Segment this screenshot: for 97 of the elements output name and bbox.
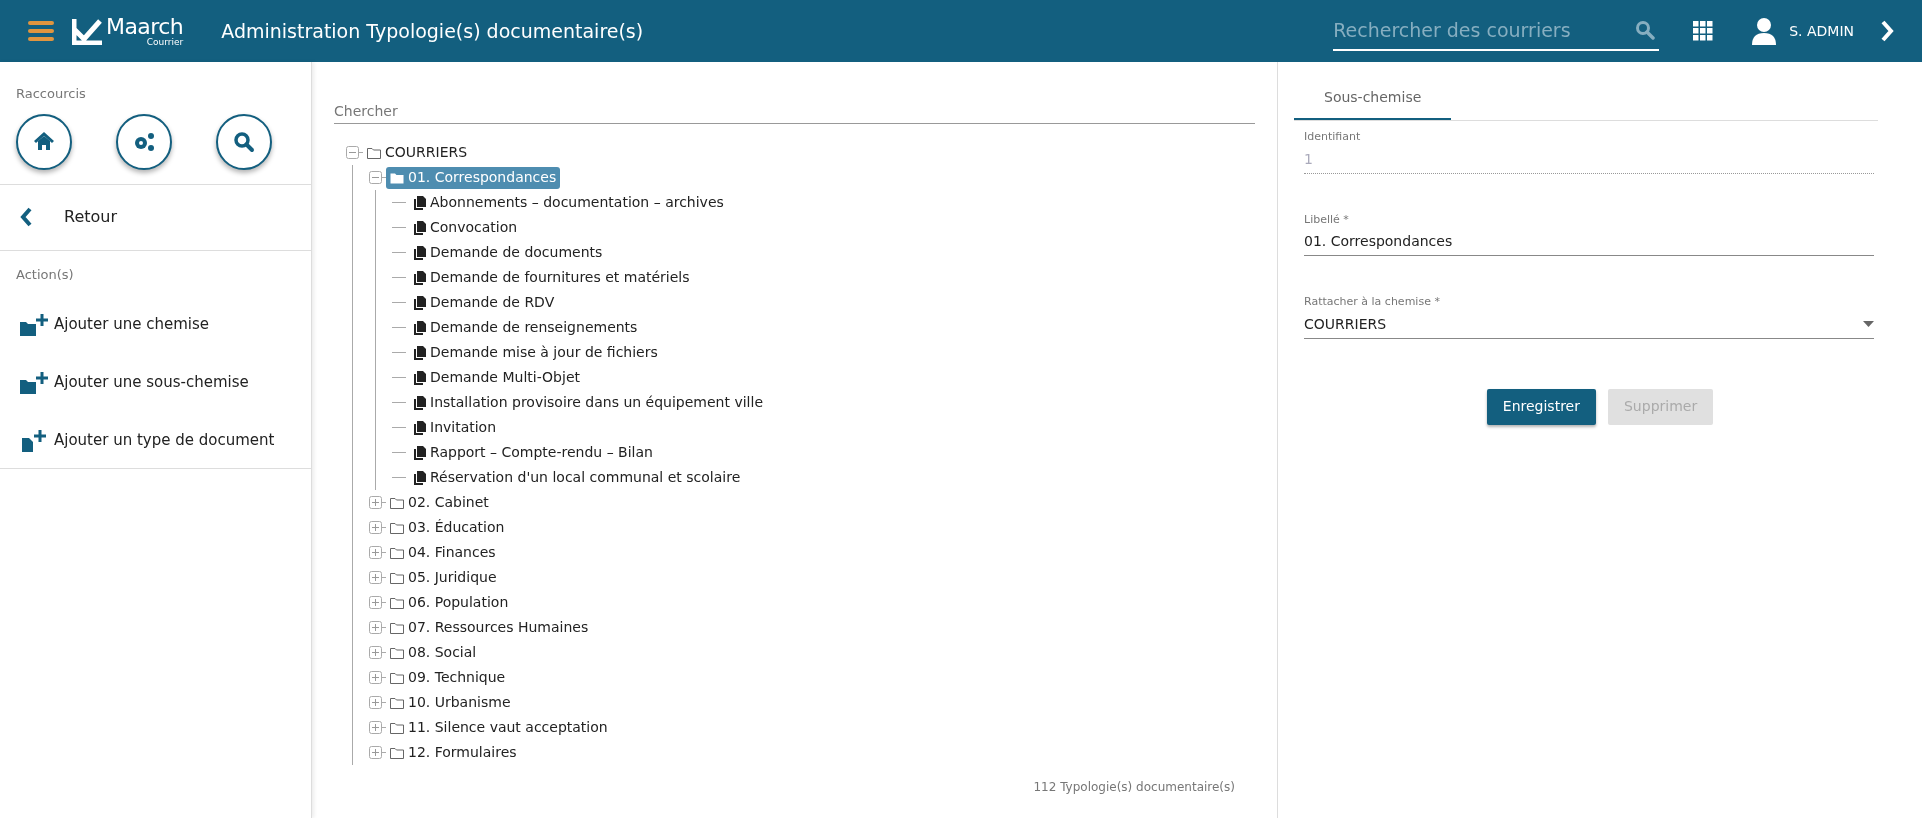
logo-text: Maarch	[106, 15, 184, 38]
section-title: Action(s)	[15, 265, 75, 284]
tree-node[interactable]: 09. Technique	[386, 666, 510, 689]
expand-icon[interactable]	[369, 621, 382, 634]
expand-icon[interactable]	[369, 671, 382, 684]
expand-icon[interactable]	[369, 546, 382, 559]
search-icon	[1635, 20, 1656, 40]
tree-node[interactable]: Convocation	[410, 216, 522, 239]
chevron-left-icon	[20, 207, 32, 227]
back-button[interactable]: Retour	[0, 184, 311, 251]
folder-icon	[390, 521, 404, 534]
user-name[interactable]: S. ADMIN	[1789, 20, 1854, 42]
folder-icon	[390, 696, 404, 709]
user-icon[interactable]	[1751, 17, 1778, 45]
shortcut-button[interactable]	[116, 113, 172, 170]
tree-node[interactable]: Installation provisoire dans un équipement ville	[410, 391, 767, 414]
documents-icon	[414, 370, 426, 385]
tree-node[interactable]: 12. Formulaires	[386, 741, 521, 764]
tree-node[interactable]: 08. Social	[386, 641, 481, 664]
action-link[interactable]: Ajouter une sous-chemise	[0, 370, 311, 394]
field-label: Identifiant	[1304, 129, 1362, 145]
collapse-icon[interactable]	[346, 146, 359, 159]
documents-icon	[414, 295, 426, 310]
collapse-icon[interactable]	[369, 171, 382, 184]
folder-icon	[390, 596, 404, 609]
label-field[interactable]: 01. Correspondances	[1304, 228, 1874, 256]
logo-icon	[72, 17, 104, 45]
documents-icon	[414, 270, 426, 285]
shortcut-button[interactable]	[216, 113, 272, 170]
folder-icon	[367, 146, 381, 159]
documents-icon	[414, 220, 426, 235]
documents-icon	[414, 345, 426, 360]
field-label: Libellé *	[1304, 211, 1350, 228]
apps-grid-icon[interactable]	[1693, 21, 1714, 41]
tree-node[interactable]: 05. Juridique	[386, 566, 501, 589]
tree-node[interactable]: Abonnements – documentation – archives	[410, 191, 728, 214]
tab[interactable]: Sous-chemise	[1294, 76, 1452, 120]
action-link[interactable]: Ajouter une chemise	[0, 312, 311, 336]
dropdown-caret-icon	[1863, 321, 1874, 327]
expand-icon[interactable]	[369, 696, 382, 709]
folder-icon	[390, 646, 404, 659]
parent-folder-select[interactable]: COURRIERS	[1304, 310, 1874, 339]
expand-icon[interactable]	[369, 521, 382, 534]
folder-icon	[390, 721, 404, 734]
tree-node[interactable]: Demande de fournitures et matériels	[410, 266, 694, 289]
folder-icon	[390, 746, 404, 759]
documents-icon	[414, 445, 426, 460]
expand-icon[interactable]	[369, 646, 382, 659]
document-type-count: 112 Typologie(s) documentaire(s)	[1033, 779, 1235, 796]
tree-node[interactable]: 04. Finances	[386, 541, 500, 564]
id-field: 1	[1304, 145, 1874, 174]
tree-node[interactable]: Demande de RDV	[410, 291, 559, 314]
folder-icon	[390, 546, 404, 559]
tree-node[interactable]: 02. Cabinet	[386, 491, 493, 514]
action-link[interactable]: Ajouter un type de document	[0, 428, 311, 452]
expand-icon[interactable]	[369, 746, 382, 759]
expand-icon[interactable]	[369, 496, 382, 509]
folder-icon	[390, 671, 404, 684]
folder-icon	[390, 496, 404, 509]
tree-node[interactable]: 01. Correspondances	[386, 166, 561, 189]
tree-node[interactable]: 07. Ressources Humaines	[386, 616, 593, 639]
tree-node[interactable]: Demande mise à jour de fichiers	[410, 341, 662, 364]
add-folder-icon	[20, 312, 50, 336]
tree-node[interactable]: Demande de renseignements	[410, 316, 642, 339]
search-field[interactable]: Rechercher des courriers	[1333, 15, 1636, 45]
menu-icon[interactable]	[28, 21, 54, 41]
documents-icon	[414, 195, 426, 210]
tree-node[interactable]: COURRIERS	[363, 141, 472, 164]
tree-node[interactable]: 03. Éducation	[386, 516, 509, 539]
chevron-right-icon[interactable]	[1880, 20, 1894, 42]
shortcut-button[interactable]	[16, 113, 72, 170]
documents-icon	[414, 470, 426, 485]
tree-node[interactable]: Rapport – Compte-rendu – Bilan	[410, 441, 657, 464]
save-button[interactable]: Enregistrer	[1486, 388, 1596, 425]
tree-node[interactable]: Demande Multi-Objet	[410, 366, 584, 389]
field-label: Rattacher à la chemise *	[1304, 294, 1441, 310]
tree-search-field[interactable]: Chercher	[334, 98, 1255, 124]
documents-icon	[414, 245, 426, 260]
documents-icon	[414, 420, 426, 435]
folder-icon	[390, 621, 404, 634]
logo-subtitle: Courrier	[146, 37, 184, 47]
page-title: Administration Typologie(s) documentaire(s)	[221, 18, 644, 44]
folder-icon	[390, 171, 404, 184]
folder-icon	[390, 571, 404, 584]
tree-node[interactable]: Demande de documents	[410, 241, 607, 264]
expand-icon[interactable]	[369, 721, 382, 734]
expand-icon[interactable]	[369, 571, 382, 584]
expand-icon[interactable]	[369, 596, 382, 609]
tree-node[interactable]: Réservation d'un local communal et scolaire	[410, 466, 745, 489]
add-folder-icon	[20, 370, 50, 394]
tree-node[interactable]: 11. Silence vaut acceptation	[386, 716, 612, 739]
tree-node[interactable]: 06. Population	[386, 591, 513, 614]
tree-node[interactable]: 10. Urbanisme	[386, 691, 515, 714]
section-title: Raccourcis	[16, 85, 87, 103]
documents-icon	[414, 395, 426, 410]
documents-icon	[414, 320, 426, 335]
tree-node[interactable]: Invitation	[410, 416, 501, 439]
